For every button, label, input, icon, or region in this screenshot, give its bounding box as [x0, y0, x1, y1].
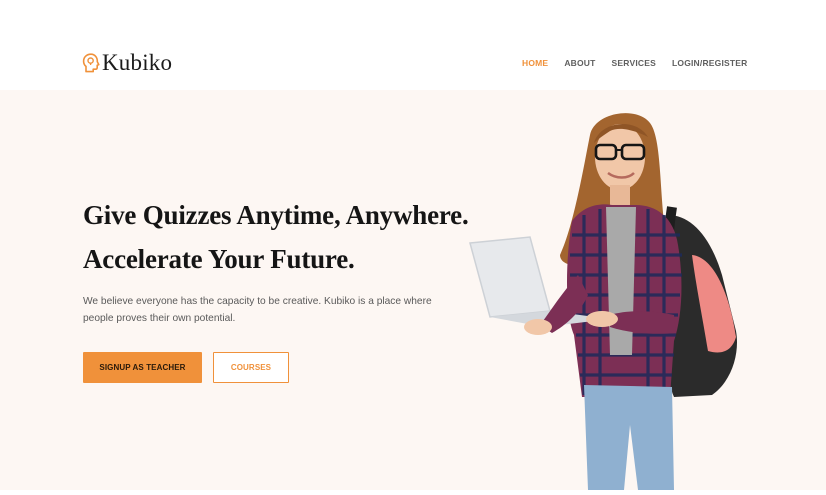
- head-idea-icon: [82, 53, 100, 73]
- hero-title-line-1: Give Quizzes Anytime, Anywhere.: [83, 200, 469, 230]
- nav-about[interactable]: ABOUT: [564, 58, 595, 68]
- hero-description: We believe everyone has the capacity to …: [83, 296, 432, 324]
- student-with-laptop-photo: [469, 113, 737, 490]
- hero-title-line-2: Accelerate Your Future.: [83, 244, 355, 274]
- logo[interactable]: Kubiko: [82, 50, 172, 76]
- gray-undershirt: [606, 207, 636, 355]
- signup-teacher-button[interactable]: SIGNUP AS TEACHER: [83, 352, 202, 383]
- courses-button[interactable]: COURSES: [213, 352, 289, 383]
- site-header: Kubiko HOME ABOUT SERVICES LOGIN/REGISTE…: [0, 0, 826, 90]
- nav-services[interactable]: SERVICES: [612, 58, 656, 68]
- laptop: [469, 236, 551, 318]
- bottom-divider: [0, 490, 826, 495]
- nav-login-register[interactable]: LOGIN/REGISTER: [672, 58, 748, 68]
- logo-text: Kubiko: [102, 50, 173, 75]
- main-nav: HOME ABOUT SERVICES LOGIN/REGISTER: [522, 58, 748, 68]
- nav-home[interactable]: HOME: [522, 58, 548, 68]
- jeans: [584, 385, 674, 490]
